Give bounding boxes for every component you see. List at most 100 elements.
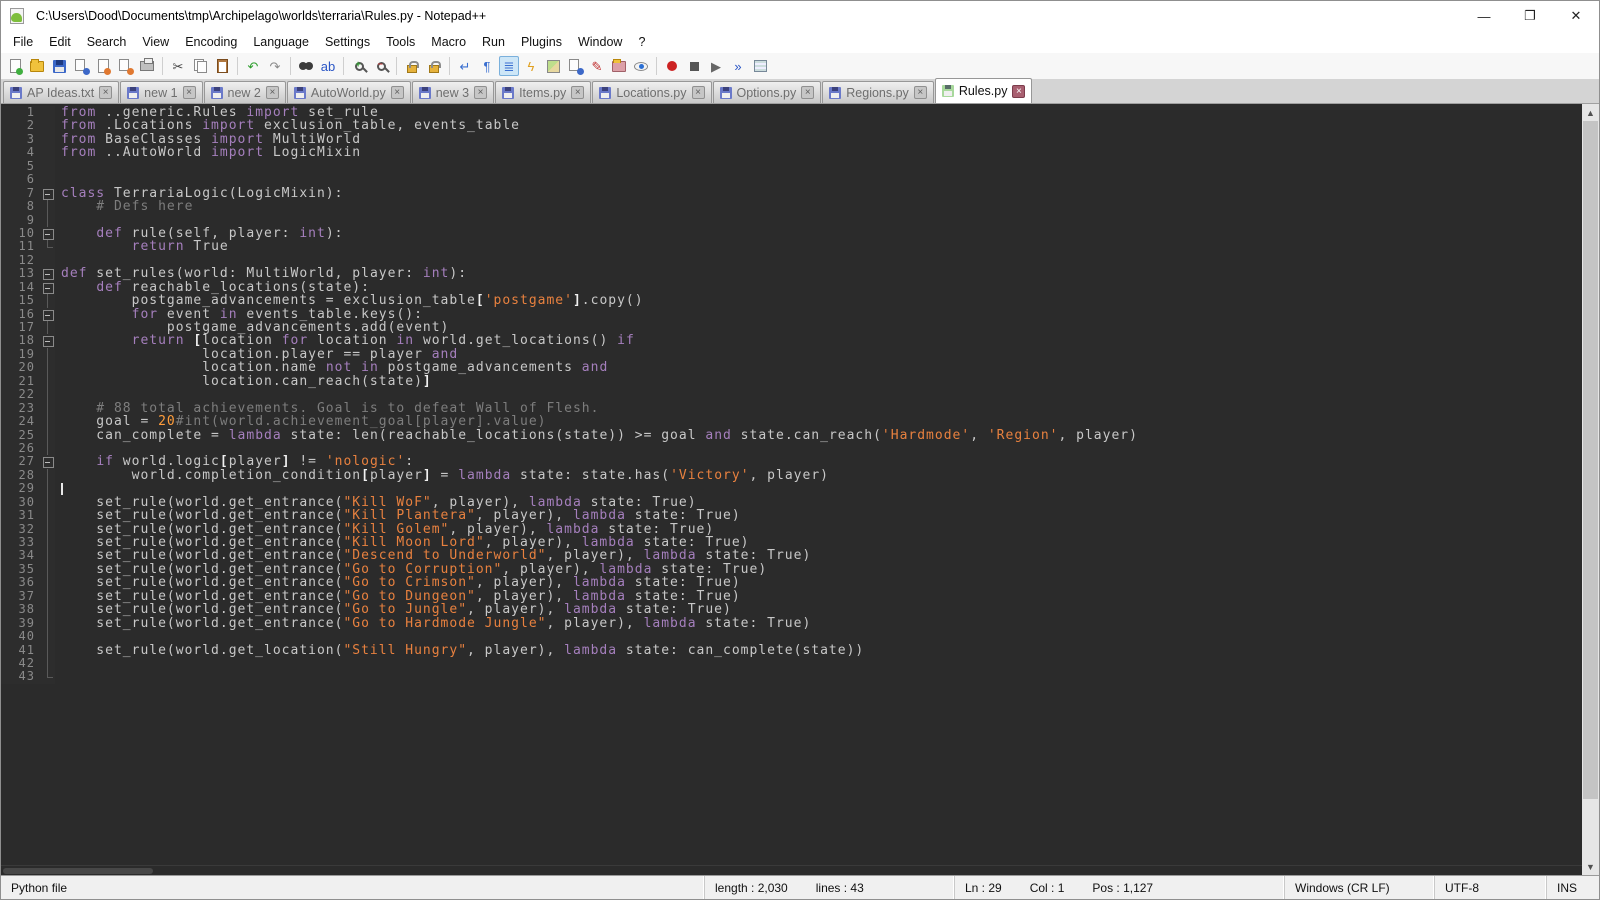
vertical-scrollbar[interactable]: ▲ ▼ xyxy=(1582,104,1599,875)
status-insert-mode[interactable]: INS xyxy=(1547,876,1599,899)
macro-record-icon[interactable] xyxy=(662,56,682,76)
menu-search[interactable]: Search xyxy=(79,33,135,51)
word-wrap-icon[interactable]: ↵ xyxy=(455,56,475,76)
tab-close-icon[interactable]: × xyxy=(692,86,705,99)
save-icon[interactable] xyxy=(49,56,69,76)
tab-autoworld-py[interactable]: AutoWorld.py × xyxy=(287,81,411,103)
macro-save-icon[interactable] xyxy=(750,56,770,76)
horizontal-scrollbar-thumb[interactable] xyxy=(3,868,153,874)
menu-window[interactable]: Window xyxy=(570,33,630,51)
code-line: 38 set_rule(world.get_entrance("Go to Ju… xyxy=(1,603,1582,616)
macro-run-multiple-icon[interactable]: » xyxy=(728,56,748,76)
close-file-icon[interactable] xyxy=(93,56,113,76)
line-number: 17 xyxy=(1,321,41,334)
close-button[interactable]: ✕ xyxy=(1553,1,1599,31)
tab-close-icon[interactable]: × xyxy=(801,86,814,99)
document-map-icon[interactable] xyxy=(543,56,563,76)
code-line: 32 set_rule(world.get_entrance("Kill Gol… xyxy=(1,523,1582,536)
macro-play-icon[interactable]: ▶ xyxy=(706,56,726,76)
zoom-out-icon[interactable]: − xyxy=(371,56,391,76)
menu-file[interactable]: File xyxy=(5,33,41,51)
code-text xyxy=(55,173,61,186)
tab-new-3[interactable]: new 3× xyxy=(412,81,494,103)
tab-label: Items.py xyxy=(519,86,566,100)
menu-encoding[interactable]: Encoding xyxy=(177,33,245,51)
show-all-characters-icon[interactable]: ¶ xyxy=(477,56,497,76)
macro-stop-icon[interactable] xyxy=(684,56,704,76)
code-line: 43 xyxy=(1,670,1582,683)
title-bar: C:\Users\Dood\Documents\tmp\Archipelago\… xyxy=(1,1,1599,31)
document-list-icon[interactable] xyxy=(565,56,585,76)
line-number: 28 xyxy=(1,469,41,482)
restore-button[interactable]: ❐ xyxy=(1507,1,1553,31)
fold-toggle-icon[interactable] xyxy=(41,187,55,200)
show-indent-guide-icon[interactable]: ≣ xyxy=(499,56,519,76)
horizontal-scrollbar[interactable] xyxy=(1,865,1582,875)
tab-close-icon[interactable]: × xyxy=(391,86,404,99)
open-file-icon[interactable] xyxy=(27,56,47,76)
scroll-up-arrow-icon[interactable]: ▲ xyxy=(1582,104,1599,121)
fold-toggle-icon[interactable] xyxy=(41,334,55,347)
code-line: 34 set_rule(world.get_entrance("Descend … xyxy=(1,549,1582,562)
tab-new-2[interactable]: new 2× xyxy=(204,81,286,103)
code-area[interactable]: 1from ..generic.Rules import set_rule2fr… xyxy=(1,104,1582,865)
fold-toggle-icon[interactable] xyxy=(41,281,55,294)
edit-macro-icon[interactable]: ✎ xyxy=(587,56,607,76)
find-icon[interactable] xyxy=(296,56,316,76)
zoom-in-icon[interactable]: + xyxy=(349,56,369,76)
menu-language[interactable]: Language xyxy=(245,33,317,51)
tab-items-py[interactable]: Items.py × xyxy=(495,81,591,103)
tab-rules-py[interactable]: Rules.py× xyxy=(935,78,1033,103)
scroll-down-arrow-icon[interactable]: ▼ xyxy=(1582,858,1599,875)
print-icon[interactable] xyxy=(137,56,157,76)
vertical-scrollbar-thumb[interactable] xyxy=(1583,121,1598,799)
tab-regions-py[interactable]: Regions.py× xyxy=(822,81,934,103)
code-text: set_rule(world.get_entrance("Kill Moon L… xyxy=(55,536,750,549)
tab-close-icon[interactable]: × xyxy=(183,86,196,99)
sync-horizontal-icon[interactable] xyxy=(424,56,444,76)
tab-close-icon[interactable]: × xyxy=(1012,85,1025,98)
code-text xyxy=(55,657,61,670)
tab-close-icon[interactable]: × xyxy=(99,86,112,99)
minimize-button[interactable]: — xyxy=(1461,1,1507,31)
line-number: 19 xyxy=(1,348,41,361)
code-text xyxy=(55,254,61,267)
fold-toggle-icon[interactable] xyxy=(41,227,55,240)
redo-icon[interactable]: ↷ xyxy=(265,56,285,76)
tab-new-1[interactable]: new 1× xyxy=(120,81,202,103)
tab-close-icon[interactable]: × xyxy=(266,86,279,99)
close-all-icon[interactable] xyxy=(115,56,135,76)
tab-close-icon[interactable]: × xyxy=(474,86,487,99)
status-encoding[interactable]: UTF-8 xyxy=(1435,876,1547,899)
undo-icon[interactable]: ↶ xyxy=(243,56,263,76)
menu-plugins[interactable]: Plugins xyxy=(513,33,570,51)
menu-macro[interactable]: Macro xyxy=(423,33,474,51)
new-file-icon[interactable] xyxy=(5,56,25,76)
save-all-icon[interactable] xyxy=(71,56,91,76)
tab-locations-py[interactable]: Locations.py× xyxy=(592,81,711,103)
menu-tools[interactable]: Tools xyxy=(378,33,423,51)
fold-toggle-icon[interactable] xyxy=(41,308,55,321)
cut-icon[interactable]: ✂ xyxy=(168,56,188,76)
menu-edit[interactable]: Edit xyxy=(41,33,79,51)
menu-help[interactable]: ? xyxy=(630,33,653,51)
tab-options-py[interactable]: Options.py× xyxy=(713,81,822,103)
function-list-icon[interactable]: ϟ xyxy=(521,56,541,76)
copy-icon[interactable] xyxy=(190,56,210,76)
menu-run[interactable]: Run xyxy=(474,33,513,51)
menu-view[interactable]: View xyxy=(134,33,177,51)
menu-settings[interactable]: Settings xyxy=(317,33,378,51)
sync-vertical-icon[interactable] xyxy=(402,56,422,76)
tab-label: AutoWorld.py xyxy=(311,86,386,100)
tab-close-icon[interactable]: × xyxy=(571,86,584,99)
line-number: 33 xyxy=(1,536,41,549)
status-eol-format[interactable]: Windows (CR LF) xyxy=(1285,876,1435,899)
paste-icon[interactable] xyxy=(212,56,232,76)
replace-icon[interactable]: ab xyxy=(318,56,338,76)
folder-as-workspace-icon[interactable] xyxy=(609,56,629,76)
fold-toggle-icon[interactable] xyxy=(41,455,55,468)
fold-toggle-icon[interactable] xyxy=(41,267,55,280)
tab-close-icon[interactable]: × xyxy=(914,86,927,99)
file-monitoring-icon[interactable] xyxy=(631,56,651,76)
tab-ap-ideas-txt[interactable]: AP Ideas.txt× xyxy=(3,81,119,103)
